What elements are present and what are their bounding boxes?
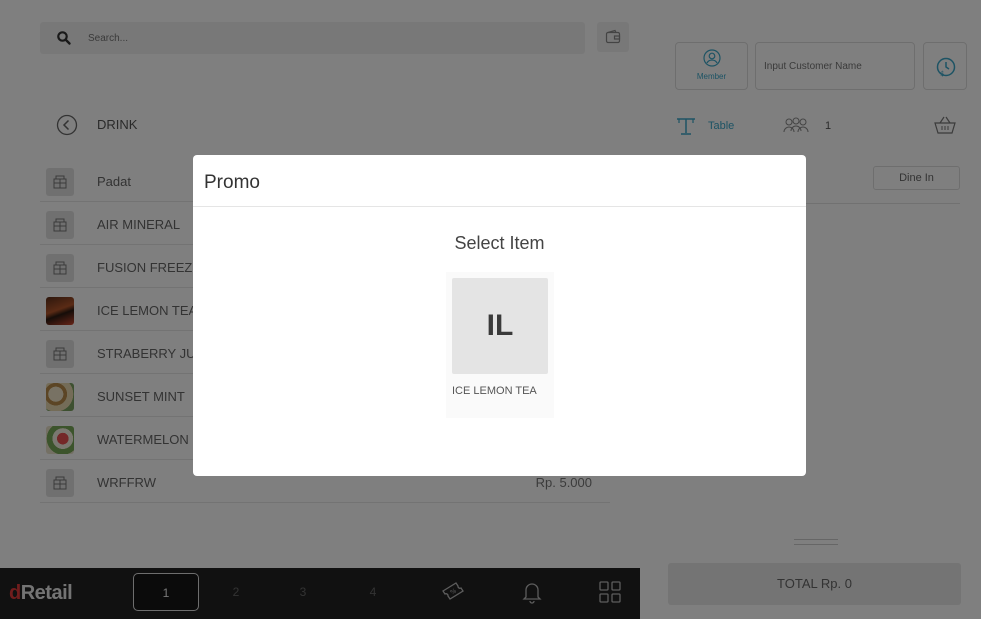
item-initials-tile[interactable]: IL <box>452 278 548 374</box>
modal-backdrop[interactable]: Promo Select Item IL ICE LEMON TEA <box>0 0 981 619</box>
item-name: ICE LEMON TEA <box>452 385 537 397</box>
promo-modal: Promo Select Item IL ICE LEMON TEA <box>193 155 806 476</box>
modal-title: Promo <box>204 172 260 193</box>
modal-subtitle: Select Item <box>454 233 545 253</box>
pos-app: DRINK PadatAIR MINERALFUSION FREEZICE LE… <box>0 0 981 619</box>
modal-header: Promo <box>193 155 806 207</box>
promo-item-card[interactable]: IL ICE LEMON TEA <box>446 272 554 418</box>
